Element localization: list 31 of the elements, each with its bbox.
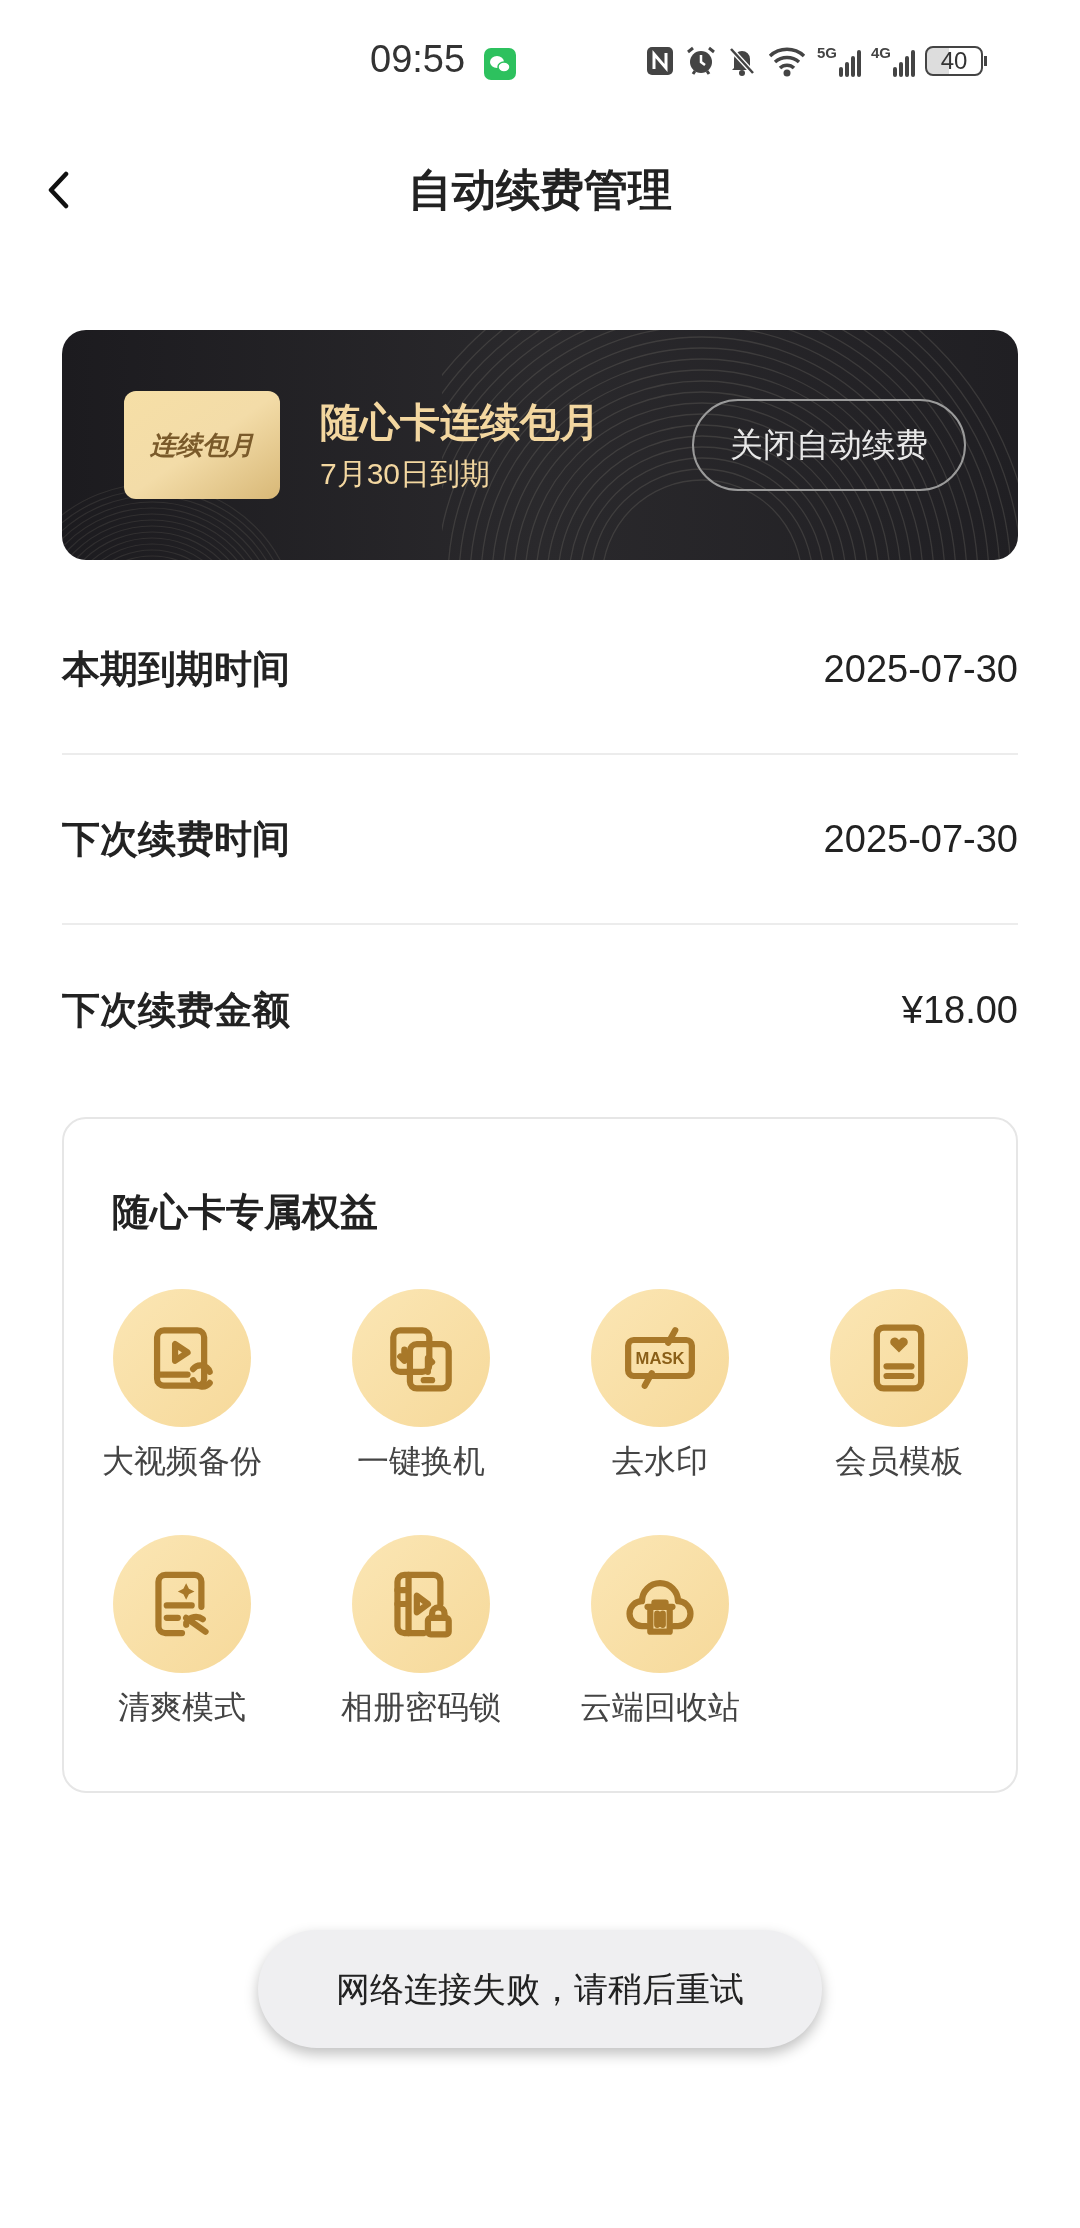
benefit-label: 去水印	[611, 1442, 708, 1481]
plan-expiry: 7月30日到期	[320, 456, 492, 493]
plan-badge: 连续包月	[124, 391, 280, 499]
plan-title: 随心卡连续包月	[320, 399, 600, 447]
alarm-icon	[685, 45, 717, 77]
nfc-icon	[645, 45, 675, 77]
detail-value: 2025-07-30	[823, 816, 1018, 862]
toast-message: 网络连接失败，请稍后重试	[258, 1930, 822, 2048]
cancel-autorenew-button[interactable]: 关闭自动续费	[692, 399, 966, 491]
wifi-icon	[767, 45, 807, 77]
benefits-title: 随心卡专属权益	[112, 1193, 379, 1231]
detail-label: 下次续费金额	[62, 987, 290, 1033]
back-icon	[47, 171, 69, 209]
benefit-label: 会员模板	[834, 1442, 963, 1481]
benefit-icon-background[interactable]: MASK	[590, 1289, 729, 1427]
detail-label: 下次续费时间	[62, 816, 290, 862]
benefit-label: 云端回收站	[579, 1688, 740, 1727]
benefit-label: 大视频备份	[101, 1442, 262, 1481]
status-time: 09:55	[370, 40, 466, 78]
detail-value: 2025-07-30	[823, 646, 1018, 692]
benefit-label: 清爽模式	[117, 1688, 246, 1727]
cellular-signal: 4G	[871, 45, 916, 77]
detail-label: 本期到期时间	[62, 646, 290, 692]
battery-indicator: 40	[925, 46, 988, 76]
cellular-signal: 5G	[817, 45, 861, 77]
page-title: 自动续费管理	[408, 164, 672, 216]
benefit-label: 一键换机	[356, 1442, 485, 1481]
benefit-label: 相册密码锁	[340, 1688, 501, 1727]
chat-app-icon	[484, 48, 516, 80]
detail-value: ¥18.00	[901, 987, 1018, 1033]
muted-bell-icon	[727, 45, 757, 77]
